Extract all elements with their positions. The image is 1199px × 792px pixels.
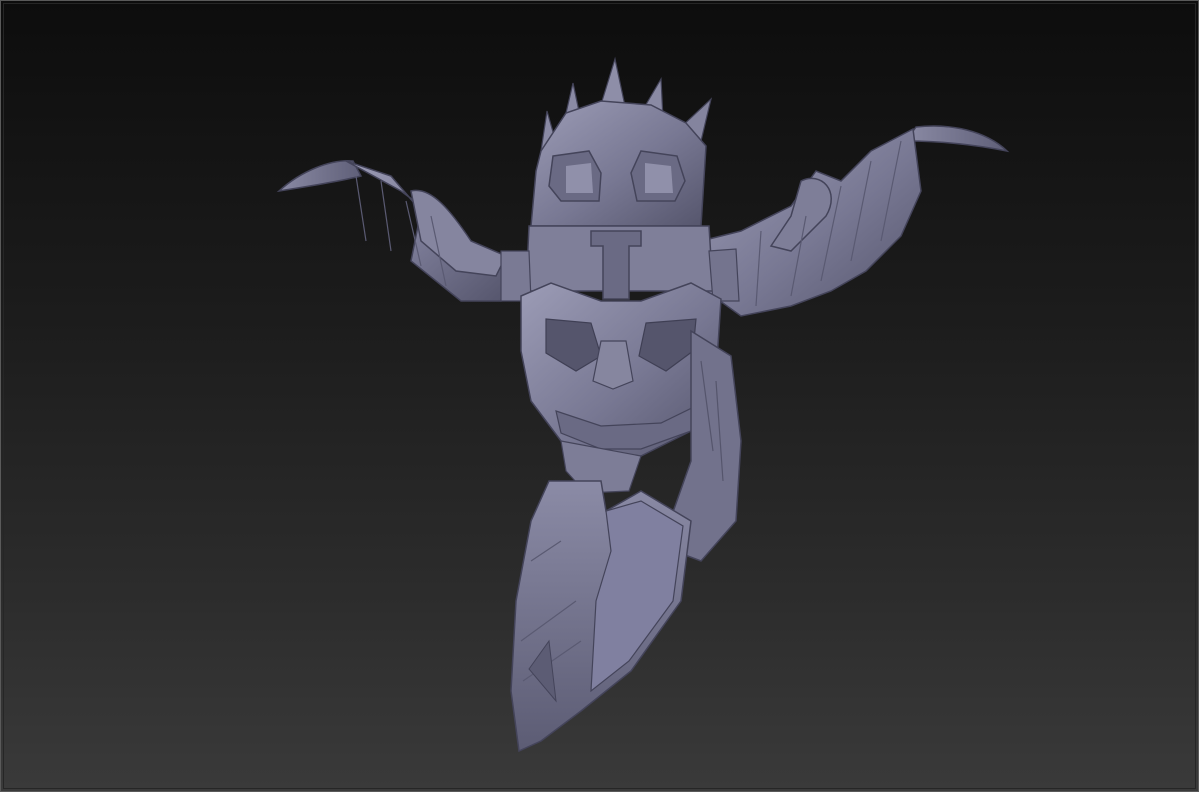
sculpt-model[interactable] (1, 1, 1199, 792)
left-horn (276, 160, 508, 302)
helmet (530, 100, 707, 227)
right-horn (700, 125, 1010, 317)
3d-viewport[interactable] (0, 0, 1199, 792)
blade (510, 480, 692, 753)
